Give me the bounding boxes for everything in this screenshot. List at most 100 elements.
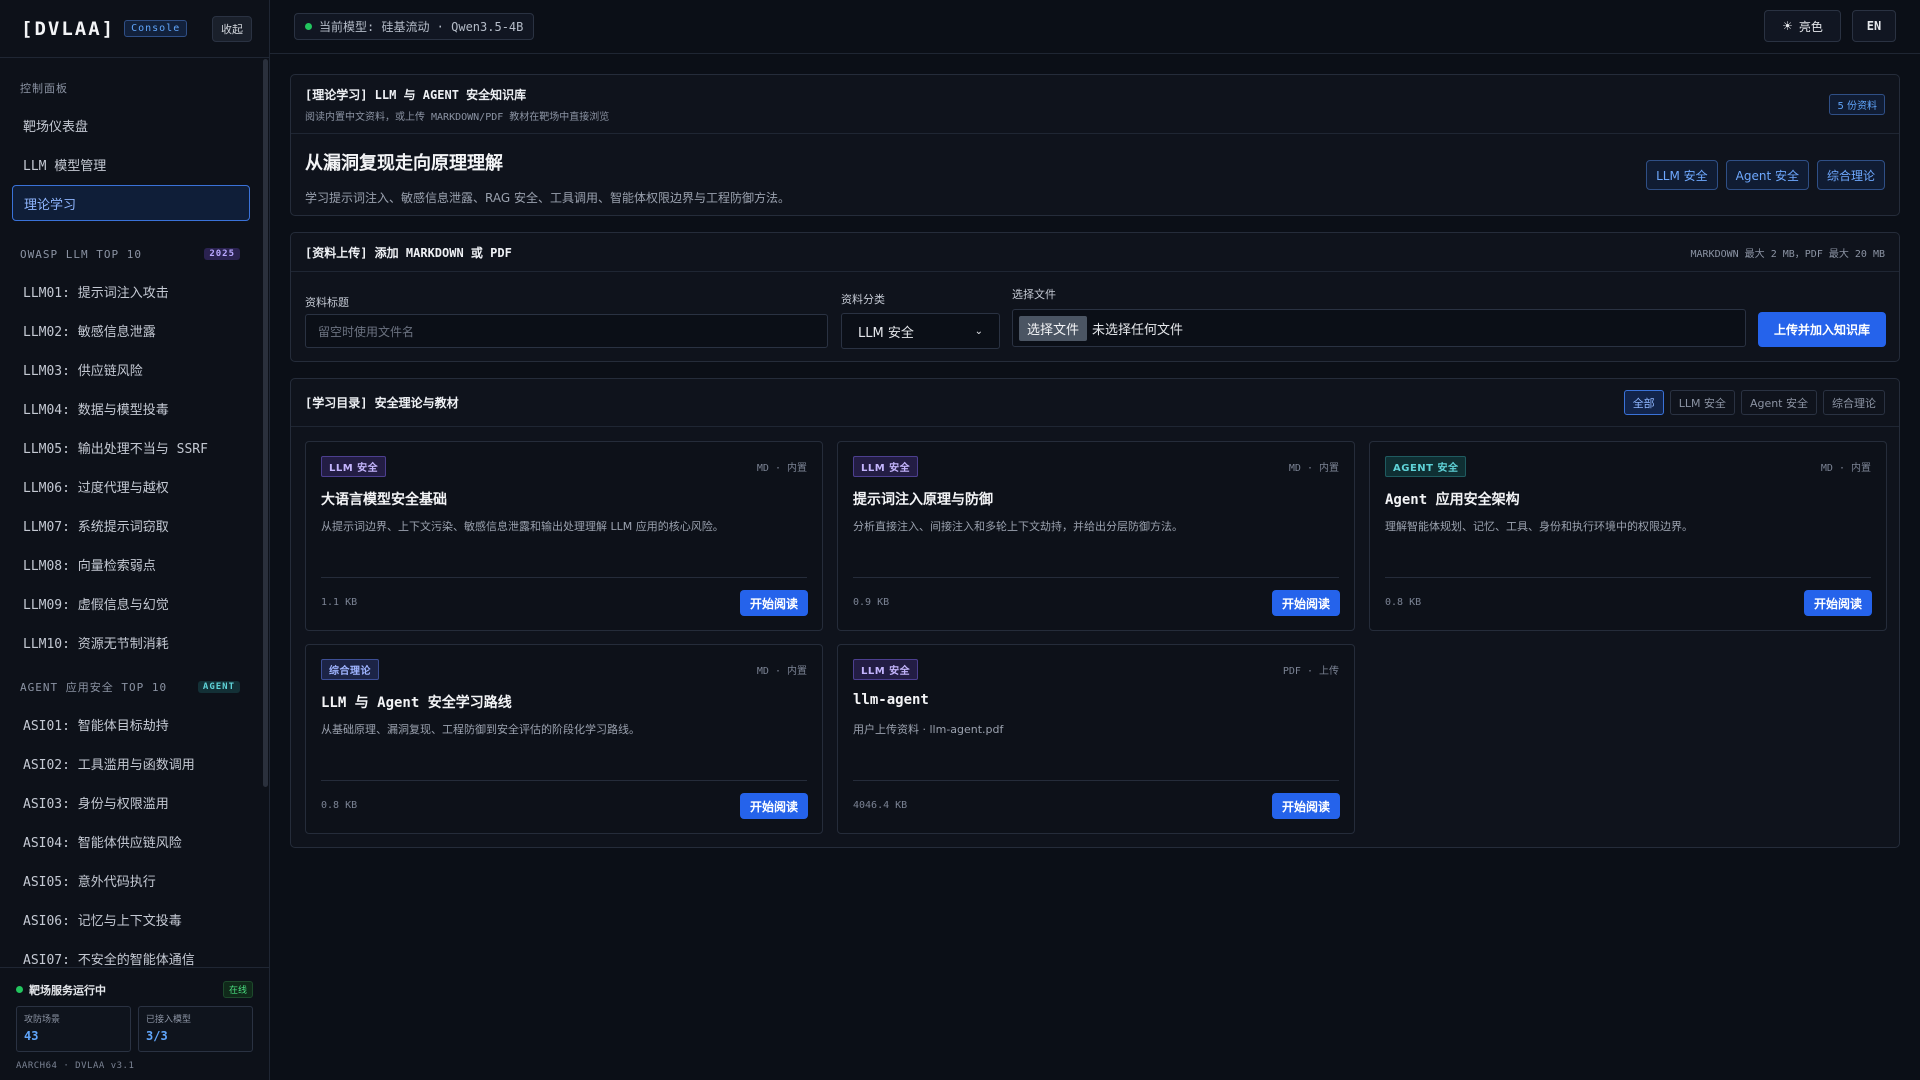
filter-general-theory[interactable]: 综合理论 [1823, 390, 1885, 415]
sidebar-item-llm07[interactable]: LLM07: 系统提示词窃取 [12, 507, 250, 543]
sidebar-item-llm10[interactable]: LLM10: 资源无节制消耗 [12, 624, 250, 660]
sidebar-item-asi04[interactable]: ASI04: 智能体供应链风险 [12, 823, 250, 859]
card-title: llm-agent [853, 692, 929, 708]
card-file-size: 0.9 KB [853, 597, 890, 608]
material-card: 综合理论 MD · 内置 LLM 与 Agent 安全学习路线从基础原理、漏洞复现、… [305, 644, 823, 834]
sidebar-item-label: LLM03: 供应链风险 [23, 363, 143, 379]
service-status-title: 靶场服务运行中 [29, 983, 106, 997]
card-title: 提示词注入原理与防御 [853, 492, 993, 508]
current-model-label: 当前模型: 硅基流动 · Qwen3.5-4B [319, 20, 524, 34]
tag-general-theory[interactable]: 综合理论 [1816, 160, 1885, 190]
sidebar-item-llm06[interactable]: LLM06: 过度代理与越权 [12, 468, 250, 504]
section-label: AGENT 应用安全 TOP 10 [20, 681, 168, 694]
topbar: 当前模型: 硅基流动 · Qwen3.5-4B ☀ 亮色 EN [270, 0, 1920, 54]
agent-badge: AGENT [197, 681, 240, 693]
sidebar-item-label: LLM05: 输出处理不当与 SSRF [23, 441, 208, 457]
choose-file-button[interactable]: 选择文件 [1019, 315, 1088, 341]
category-badge: 综合理论 [321, 659, 379, 680]
sidebar-scrollbar[interactable] [263, 59, 268, 787]
sidebar-item-label: ASI05: 意外代码执行 [23, 874, 156, 890]
sidebar-item-llm03[interactable]: LLM03: 供应链风险 [12, 351, 250, 387]
sidebar-item-asi02[interactable]: ASI02: 工具滥用与函数调用 [12, 745, 250, 781]
start-reading-button[interactable]: 开始阅读 [1272, 793, 1340, 819]
card-divider [853, 780, 1339, 781]
card-description: 从基础原理、漏洞复现、工程防御到安全评估的阶段化学习路线。 [321, 723, 640, 736]
collapse-sidebar-button[interactable]: 收起 [212, 15, 252, 42]
sidebar-item-asi03[interactable]: ASI03: 身份与权限滥用 [12, 784, 250, 820]
sidebar-item-label: ASI02: 工具滥用与函数调用 [23, 757, 195, 773]
current-model-indicator[interactable]: 当前模型: 硅基流动 · Qwen3.5-4B [294, 13, 535, 40]
card-file-size: 0.8 KB [1385, 597, 1422, 608]
start-reading-button[interactable]: 开始阅读 [1804, 590, 1872, 616]
card-description: 分析直接注入、间接注入和多轮上下文劫持，并给出分层防御方法。 [853, 520, 1183, 533]
card-description: 理解智能体规划、记忆、工具、身份和执行环境中的权限边界。 [1385, 520, 1693, 533]
sidebar-item-label: ASI01: 智能体目标劫持 [23, 718, 169, 734]
category-select[interactable]: LLM 安全 ⌄ [841, 313, 1000, 349]
section-agent-top10: AGENT 应用安全 TOP 10 AGENT [0, 677, 262, 697]
stat-label: 已接入模型 [146, 1015, 192, 1025]
card-description: 从提示词边界、上下文污染、敏感信息泄露和输出处理理解 LLM 应用的核心风险。 [321, 520, 724, 533]
start-reading-button[interactable]: 开始阅读 [740, 793, 808, 819]
stat-value: 3/3 [146, 1029, 168, 1043]
sidebar-item-llm04[interactable]: LLM04: 数据与模型投毒 [12, 390, 250, 426]
tag-agent-security[interactable]: Agent 安全 [1725, 160, 1809, 190]
card-file-size: 4046.4 KB [853, 800, 908, 811]
material-card: LLM 安全 MD · 内置 大语言模型安全基础 从提示词边界、上下文污染、敏感信息泄… [305, 441, 823, 631]
sidebar-item-theory-learning[interactable]: 理论学习 [12, 185, 250, 221]
filter-all[interactable]: 全部 [1623, 390, 1664, 415]
sidebar-item-asi01[interactable]: ASI01: 智能体目标劫持 [12, 706, 250, 742]
sidebar-item-asi06[interactable]: ASI06: 记忆与上下文投毒 [12, 901, 250, 937]
sidebar-item-llm05[interactable]: LLM05: 输出处理不当与 SSRF [12, 429, 250, 465]
filter-llm-security[interactable]: LLM 安全 [1669, 390, 1735, 415]
start-reading-button[interactable]: 开始阅读 [740, 590, 808, 616]
panel-title: [学习目录] 安全理论与教材 [305, 396, 459, 410]
status-dot-icon [305, 23, 312, 30]
brand-logo[interactable]: [DVLAA] [21, 18, 115, 40]
sidebar-item-asi07[interactable]: ASI07: 不安全的智能体通信 [12, 940, 250, 968]
stat-models: 已接入模型 3/3 [138, 1006, 253, 1052]
card-divider [1385, 577, 1871, 578]
material-count-badge: 5 份资料 [1829, 93, 1885, 115]
sidebar-item-label: LLM07: 系统提示词窃取 [23, 519, 169, 535]
card-file-size: 0.8 KB [321, 800, 358, 811]
stat-value: 43 [24, 1029, 39, 1043]
section-label: 控制面板 [20, 82, 68, 95]
upload-submit-button[interactable]: 上传并加入知识库 [1758, 312, 1886, 347]
sidebar-item-label: ASI04: 智能体供应链风险 [23, 835, 182, 851]
console-tag: Console [124, 20, 188, 37]
card-source-meta: MD · 内置 [756, 666, 807, 677]
sidebar-item-label: LLM10: 资源无节制消耗 [23, 636, 169, 652]
sidebar-item-llm08[interactable]: LLM08: 向量检索弱点 [12, 546, 250, 582]
catalog-filters: 全部 LLM 安全 Agent 安全 综合理论 [1623, 390, 1885, 415]
status-dot-icon [16, 986, 23, 993]
sidebar-item-model-management[interactable]: LLM 模型管理 [12, 146, 250, 182]
sidebar-item-label: LLM 模型管理 [23, 158, 107, 174]
tag-llm-security[interactable]: LLM 安全 [1646, 160, 1718, 190]
category-badge: AGENT 安全 [1385, 456, 1467, 477]
theme-toggle-button[interactable]: ☀ 亮色 [1764, 10, 1841, 42]
sidebar-item-label: LLM04: 数据与模型投毒 [23, 402, 169, 418]
stat-scenarios: 攻防场景 43 [16, 1006, 131, 1052]
panel-title: [资料上传] 添加 MARKDOWN 或 PDF [305, 245, 512, 260]
sidebar-item-llm09[interactable]: LLM09: 虚假信息与幻觉 [12, 585, 250, 621]
card-title: LLM 与 Agent 安全学习路线 [321, 695, 512, 711]
hero-description: 学习提示词注入、敏感信息泄露、RAG 安全、工具调用、智能体权限边界与工程防御方… [305, 191, 790, 205]
panel-subtitle: 阅读内置中文资料，或上传 MARKDOWN/PDF 教材在靶场中直接浏览 [305, 111, 610, 123]
sidebar-item-llm02[interactable]: LLM02: 敏感信息泄露 [12, 312, 250, 348]
card-description: 用户上传资料 · llm-agent.pdf [853, 723, 1004, 736]
card-source-meta: MD · 内置 [1820, 463, 1871, 474]
card-divider [853, 577, 1339, 578]
sidebar-item-asi05[interactable]: ASI05: 意外代码执行 [12, 862, 250, 898]
version-label: AARCH64 · DVLAA v3.1 [16, 1061, 135, 1071]
file-picker[interactable]: 选择文件 未选择任何文件 [1012, 309, 1746, 347]
start-reading-button[interactable]: 开始阅读 [1272, 590, 1340, 616]
filter-agent-security[interactable]: Agent 安全 [1740, 390, 1817, 415]
sidebar-item-label: 理论学习 [24, 197, 77, 213]
agent-top10-list: ASI01: 智能体目标劫持 ASI02: 工具滥用与函数调用 ASI03: 身份与… [0, 706, 262, 968]
material-title-input[interactable]: 留空时使用文件名 [305, 314, 828, 348]
language-toggle-button[interactable]: EN [1852, 10, 1896, 42]
sidebar-item-dashboard[interactable]: 靶场仪表盘 [12, 107, 250, 143]
owasp-llm-list: LLM01: 提示词注入攻击 LLM02: 敏感信息泄露 LLM03: 供应链风险 L… [0, 273, 262, 660]
sidebar-item-llm01[interactable]: LLM01: 提示词注入攻击 [12, 273, 250, 309]
category-badge: LLM 安全 [853, 456, 919, 477]
